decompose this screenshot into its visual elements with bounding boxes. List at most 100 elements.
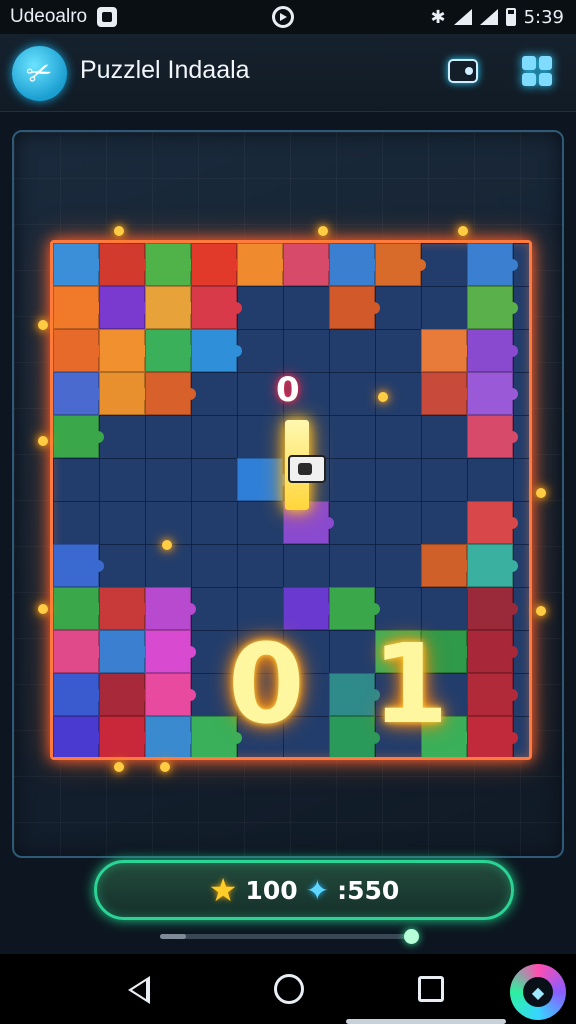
- puzzle-piece[interactable]: [99, 286, 150, 329]
- puzzle-piece[interactable]: [329, 243, 380, 286]
- puzzle-piece[interactable]: [53, 630, 104, 673]
- notification-icon: [97, 7, 118, 27]
- puzzle-piece[interactable]: [421, 544, 472, 587]
- edge-connector: [162, 540, 172, 550]
- puzzle-piece[interactable]: [191, 329, 242, 372]
- puzzle-piece[interactable]: [53, 329, 104, 372]
- puzzle-logo-icon: ✂: [21, 52, 58, 95]
- app-bar: ✂ Puzzlel Indaala: [0, 34, 576, 112]
- puzzle-piece[interactable]: [237, 458, 288, 501]
- puzzle-piece[interactable]: [329, 286, 380, 329]
- puzzle-piece[interactable]: [53, 587, 104, 630]
- puzzle-piece[interactable]: [53, 673, 104, 716]
- puzzle-piece[interactable]: [467, 243, 518, 286]
- puzzle-piece[interactable]: [283, 243, 334, 286]
- app-title: Puzzlel Indaala: [80, 56, 250, 84]
- puzzle-piece[interactable]: [329, 716, 380, 757]
- grid-icon: [522, 56, 552, 86]
- puzzle-piece[interactable]: [237, 243, 288, 286]
- edge-connector: [536, 606, 546, 616]
- back-icon[interactable]: [128, 976, 150, 1004]
- puzzle-piece[interactable]: [467, 372, 518, 415]
- edge-connector: [38, 604, 48, 614]
- puzzle-piece[interactable]: [467, 286, 518, 329]
- puzzle-piece[interactable]: [467, 673, 518, 716]
- puzzle-piece[interactable]: [329, 587, 380, 630]
- cellular-icon: [479, 9, 498, 25]
- puzzle-piece[interactable]: [467, 587, 518, 630]
- edge-connector: [318, 226, 328, 236]
- puzzle-piece[interactable]: [53, 544, 104, 587]
- menu-grid-button[interactable]: [520, 56, 554, 86]
- score-right: 1: [372, 620, 449, 748]
- puzzle-piece[interactable]: [467, 716, 518, 757]
- level-progress-bar[interactable]: [160, 929, 419, 944]
- puzzle-piece[interactable]: [99, 372, 150, 415]
- puzzle-piece[interactable]: [145, 630, 196, 673]
- puzzle-piece[interactable]: [145, 243, 196, 286]
- gem-icon: ✦: [305, 873, 330, 907]
- puzzle-piece[interactable]: [467, 630, 518, 673]
- edge-connector: [38, 320, 48, 330]
- puzzle-piece[interactable]: [99, 243, 150, 286]
- media-play-icon: [272, 6, 294, 28]
- signal-icon: [453, 9, 472, 25]
- edge-connector: [536, 488, 546, 498]
- progress-fill: [160, 934, 186, 939]
- progress-knob[interactable]: [404, 929, 419, 944]
- puzzle-piece[interactable]: [53, 372, 104, 415]
- gesture-handle: [346, 1019, 506, 1024]
- edge-connector: [378, 392, 388, 402]
- status-time: 5:39: [523, 6, 564, 28]
- puzzle-piece[interactable]: [99, 630, 150, 673]
- puzzle-piece[interactable]: [421, 372, 472, 415]
- puzzle-piece[interactable]: [375, 243, 426, 286]
- recent-apps-icon[interactable]: [418, 976, 444, 1002]
- puzzle-piece[interactable]: [467, 501, 518, 544]
- home-icon[interactable]: [274, 974, 304, 1004]
- wallet-icon: [448, 59, 478, 83]
- puzzle-piece[interactable]: [99, 587, 150, 630]
- puzzle-piece[interactable]: [53, 243, 104, 286]
- gem-count: :550: [337, 875, 400, 905]
- puzzle-piece[interactable]: [145, 716, 196, 757]
- puzzle-piece[interactable]: [467, 415, 518, 458]
- assistant-button[interactable]: ◆: [510, 964, 566, 1020]
- top-marker: 0: [276, 370, 300, 410]
- selected-piece[interactable]: [288, 455, 326, 483]
- score-left: 0: [228, 620, 305, 748]
- puzzle-piece[interactable]: [53, 415, 104, 458]
- score-bar: ★ 100 ✦ :550: [94, 860, 514, 920]
- puzzle-piece[interactable]: [99, 673, 150, 716]
- puzzle-piece[interactable]: [191, 286, 242, 329]
- battery-icon: [505, 8, 516, 26]
- edge-connector: [114, 762, 124, 772]
- edge-connector: [38, 436, 48, 446]
- puzzle-piece[interactable]: [329, 673, 380, 716]
- puzzle-piece[interactable]: [145, 673, 196, 716]
- puzzle-piece[interactable]: [145, 329, 196, 372]
- system-nav-bar: ◆: [0, 954, 576, 1024]
- puzzle-piece[interactable]: [421, 329, 472, 372]
- puzzle-piece[interactable]: [53, 716, 104, 757]
- puzzle-piece[interactable]: [467, 544, 518, 587]
- puzzle-piece[interactable]: [145, 587, 196, 630]
- star-count: 100: [245, 875, 298, 905]
- wallet-button[interactable]: [446, 56, 480, 86]
- edge-connector: [458, 226, 468, 236]
- puzzle-piece[interactable]: [145, 372, 196, 415]
- puzzle-piece[interactable]: [467, 329, 518, 372]
- assistant-icon: ◆: [523, 977, 553, 1007]
- puzzle-piece[interactable]: [191, 243, 242, 286]
- puzzle-piece[interactable]: [145, 286, 196, 329]
- bluetooth-icon: ✱: [430, 6, 446, 28]
- edge-connector: [160, 762, 170, 772]
- status-bar: Udeoalro ✱ 5:39: [0, 0, 576, 34]
- app-logo[interactable]: ✂: [12, 46, 67, 101]
- status-app-label: Udeoalro: [10, 6, 88, 27]
- puzzle-piece[interactable]: [53, 286, 104, 329]
- puzzle-piece[interactable]: [99, 329, 150, 372]
- puzzle-piece[interactable]: [99, 716, 150, 757]
- star-icon: ★: [208, 871, 238, 909]
- edge-connector: [114, 226, 124, 236]
